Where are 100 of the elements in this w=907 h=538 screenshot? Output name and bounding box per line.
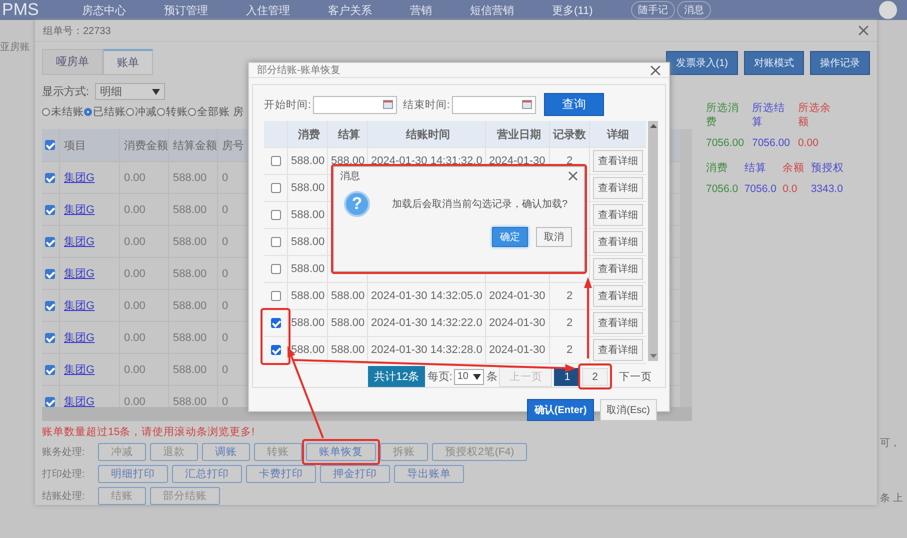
item-link[interactable]: 集团G (64, 266, 95, 281)
nav-menu-item[interactable]: 客户关系 (328, 2, 372, 18)
nav-pill-button[interactable]: 随手记 (630, 1, 675, 19)
close-icon[interactable] (568, 171, 578, 181)
nav-menu-item[interactable]: 营销 (410, 2, 432, 18)
close-icon[interactable] (650, 64, 661, 76)
view-details-button[interactable]: 查看详细 (593, 231, 643, 253)
ok-button[interactable]: 确定 (492, 227, 528, 247)
radio-label[interactable]: 已结账 (93, 105, 126, 119)
radio-button[interactable] (188, 108, 196, 116)
table-cell: 2024-01-30 (486, 283, 550, 309)
row-checkbox[interactable] (270, 156, 280, 166)
total-label: 预授权 (810, 161, 844, 175)
row-checkbox[interactable] (45, 172, 55, 182)
nav-pill-button[interactable]: 消息 (676, 1, 711, 19)
view-details-button[interactable]: 查看详细 (593, 204, 643, 226)
page-size-dropdown[interactable]: 10 (454, 368, 484, 384)
row-checkbox[interactable] (270, 264, 280, 274)
view-details-button[interactable]: 查看详细 (593, 150, 643, 172)
table-cell: 2024-01-30 (486, 337, 550, 363)
view-details-button[interactable]: 查看详细 (593, 312, 643, 334)
row-checkbox[interactable] (45, 364, 55, 374)
row-checkbox[interactable] (45, 236, 55, 246)
vertical-scrollbar[interactable] (648, 121, 658, 361)
row-checkbox[interactable] (270, 291, 280, 301)
highlight-frame (260, 308, 290, 365)
table-cell: 0.00 (120, 322, 169, 353)
avatar-icon[interactable] (879, 1, 897, 19)
column-header: 项目 (60, 129, 120, 161)
item-link[interactable]: 集团G (64, 202, 95, 217)
action-button[interactable]: 明细打印 (98, 465, 168, 483)
table-cell: 588.00 (288, 283, 328, 309)
nav-menu-item[interactable]: 短信营销 (470, 2, 514, 18)
column-header: 营业日期 (486, 121, 550, 147)
item-link[interactable]: 集团G (64, 362, 95, 377)
query-button[interactable]: 查询 (544, 93, 604, 116)
toolbar-button[interactable]: 发票录入(1) (666, 51, 738, 75)
nav-menu-item[interactable]: 预订管理 (164, 2, 208, 18)
cancel-button[interactable]: 取消(Esc) (600, 399, 657, 421)
select-all-checkbox[interactable] (45, 140, 55, 150)
toolbar-button[interactable]: 操作记录 (810, 51, 870, 75)
row-checkbox[interactable] (270, 210, 280, 220)
action-button[interactable]: 导出账单 (394, 465, 464, 483)
radio-button[interactable] (42, 108, 50, 116)
nav-menu-item[interactable]: 更多(11) (552, 2, 593, 18)
page-button[interactable]: 2 (582, 368, 608, 386)
row-checkbox[interactable] (270, 345, 280, 355)
table-cell-text: 0 (221, 330, 230, 346)
next-page-button[interactable]: 下一页 (610, 368, 661, 386)
item-link[interactable]: 集团G (64, 330, 95, 345)
action-button[interactable]: 卡费打印 (246, 465, 316, 483)
toolbar-button[interactable]: 对账模式 (744, 51, 804, 75)
view-details-button[interactable]: 查看详细 (593, 258, 643, 280)
dialog-title: 部分结账-账单恢复 (257, 64, 340, 77)
row-checkbox[interactable] (270, 318, 280, 328)
date-input-field[interactable] (452, 96, 536, 114)
action-button[interactable]: 调账 (202, 443, 250, 461)
row-checkbox[interactable] (45, 300, 55, 310)
message-text: 加载后会取消当前勾选记录，确认加载? (392, 198, 568, 211)
row-checkbox[interactable] (45, 396, 55, 406)
action-button[interactable]: 押金打印 (320, 465, 390, 483)
table-cell: 588.00 (169, 194, 218, 225)
radio-button[interactable] (157, 108, 165, 116)
row-checkbox[interactable] (270, 237, 280, 247)
action-button[interactable]: 账单恢复 (306, 443, 376, 461)
radio-button[interactable] (84, 108, 92, 116)
confirm-button[interactable]: 确认(Enter) (527, 399, 594, 421)
radio-button[interactable] (126, 108, 134, 116)
nav-menu-item[interactable]: 房态中心 (82, 2, 126, 18)
tab[interactable]: 账单 (103, 49, 153, 74)
row-checkbox[interactable] (45, 332, 55, 342)
item-link[interactable]: 集团G (64, 170, 95, 185)
item-link[interactable]: 集团G (64, 394, 95, 409)
date-input-field[interactable] (312, 96, 397, 114)
row-checkbox[interactable] (270, 183, 280, 193)
action-button[interactable]: 汇总打印 (172, 465, 242, 483)
table-cell: 588.00 (288, 202, 328, 228)
row-checkbox[interactable] (45, 268, 55, 278)
app-logo: PMS (1, 0, 40, 20)
column-header: 房号 (221, 138, 242, 154)
view-details-button[interactable]: 查看详细 (593, 177, 643, 199)
item-link[interactable]: 集团G (64, 234, 95, 249)
item-link[interactable]: 集团G (64, 298, 95, 313)
view-details-button[interactable]: 查看详细 (593, 339, 643, 361)
table-cell: 0.00 (120, 226, 169, 257)
radio-label[interactable]: 全部账 (197, 105, 230, 119)
radio-label[interactable]: 转账 (166, 105, 188, 119)
nav-menu-item[interactable]: 入住管理 (246, 2, 290, 18)
view-details-button[interactable]: 查看详细 (593, 285, 643, 307)
summary-label: 所选余额 (798, 101, 832, 129)
display-mode-dropdown[interactable]: 明细 (95, 83, 166, 100)
radio-label[interactable]: 未结账 (51, 105, 84, 119)
table-cell: 588.00 (169, 162, 218, 193)
cancel-button[interactable]: 取消 (536, 227, 572, 247)
close-icon[interactable] (858, 25, 869, 36)
summary-label: 所选消费 (706, 101, 740, 129)
tab[interactable]: 哑房单 (42, 49, 103, 74)
table-cell: 0.00 (120, 162, 169, 193)
row-checkbox[interactable] (45, 204, 55, 214)
radio-label[interactable]: 冲减 (135, 105, 157, 119)
